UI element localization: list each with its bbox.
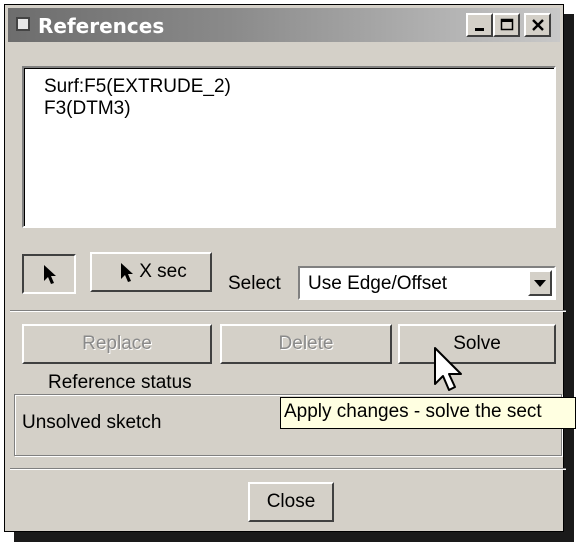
mouse-pointer-icon xyxy=(434,347,462,391)
select-value: Use Edge/Offset xyxy=(308,273,448,294)
close-icon xyxy=(531,19,544,31)
window-icon xyxy=(16,17,30,31)
select-dropdown[interactable]: Use Edge/Offset xyxy=(298,266,556,300)
divider xyxy=(10,468,566,470)
minimize-button[interactable] xyxy=(466,13,493,37)
xsec-button[interactable]: X sec xyxy=(90,252,212,292)
delete-button[interactable]: Delete xyxy=(220,324,392,364)
dropdown-button[interactable] xyxy=(528,270,552,296)
arrow-cursor-icon xyxy=(44,265,56,284)
replace-button[interactable]: Replace xyxy=(22,324,212,364)
chevron-down-icon xyxy=(534,280,546,287)
references-list[interactable]: Surf:F5(EXTRUDE_2) F3(DTM3) xyxy=(22,66,556,228)
status-text: Unsolved sketch xyxy=(22,412,162,433)
select-label: Select xyxy=(228,273,281,294)
title-bar[interactable]: References xyxy=(8,8,560,42)
window-title: References xyxy=(38,14,165,38)
reference-status-title: Reference status xyxy=(44,372,196,394)
close-button[interactable]: Close xyxy=(248,482,334,522)
list-item[interactable]: Surf:F5(EXTRUDE_2) xyxy=(24,76,554,98)
minimize-icon xyxy=(474,28,484,31)
maximize-icon xyxy=(500,18,513,31)
maximize-button[interactable] xyxy=(493,13,520,37)
divider xyxy=(10,310,566,312)
close-window-button[interactable] xyxy=(524,13,551,37)
solve-button[interactable]: Solve xyxy=(398,324,556,364)
arrow-cursor-icon xyxy=(121,263,134,282)
select-references-button[interactable] xyxy=(22,254,76,294)
solve-tooltip: Apply changes - solve the sect xyxy=(280,397,576,429)
list-item[interactable]: F3(DTM3) xyxy=(24,98,554,120)
xsec-label: X sec xyxy=(139,261,187,282)
